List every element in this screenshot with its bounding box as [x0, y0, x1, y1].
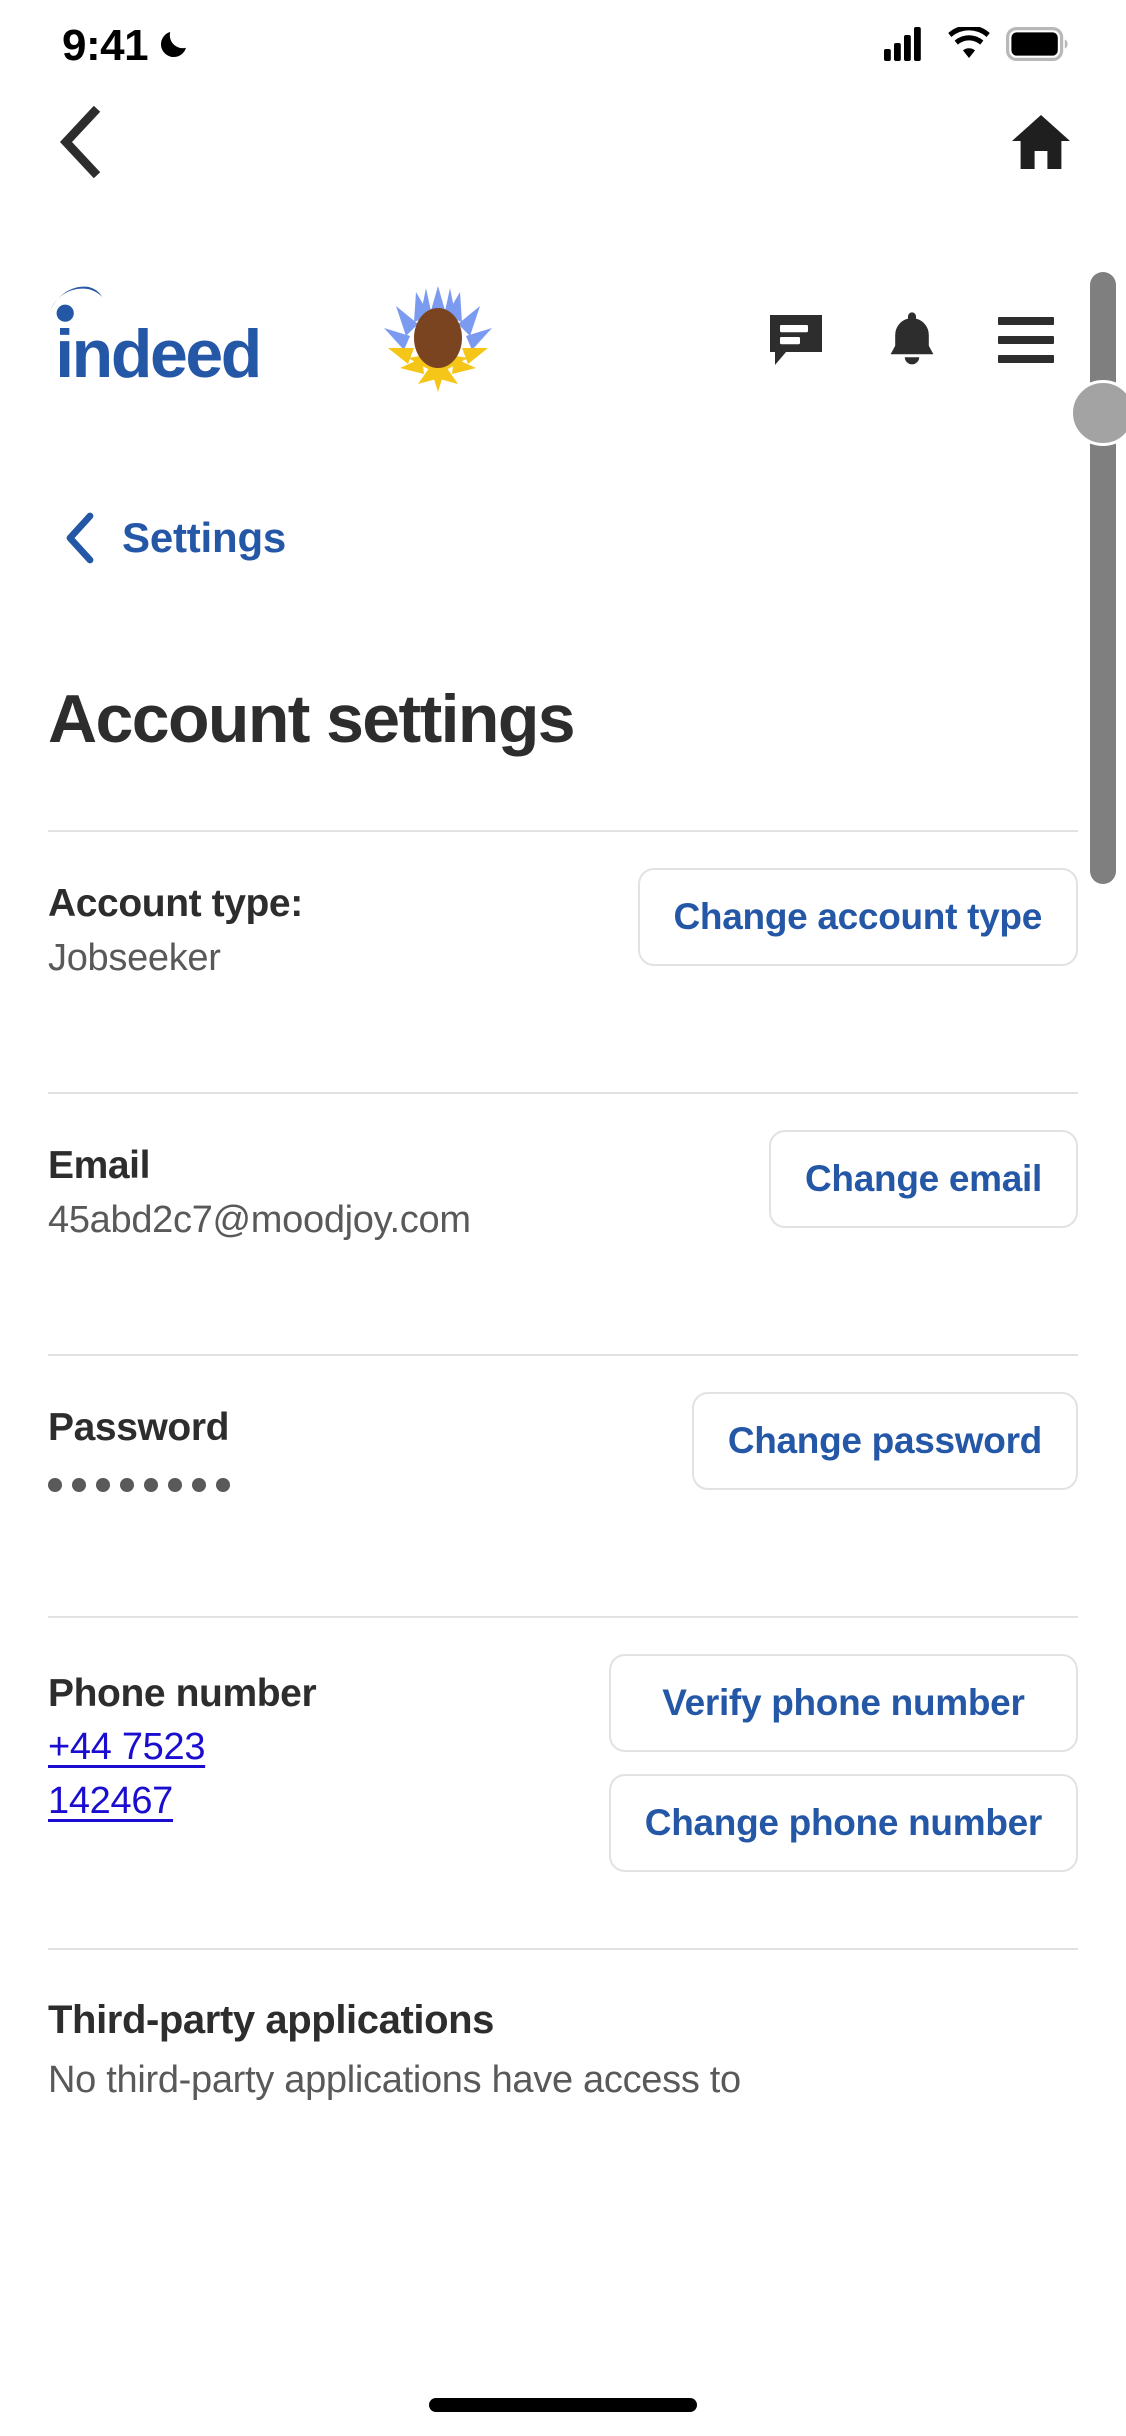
password-label: Password — [48, 1406, 230, 1449]
indeed-site-header: indeed — [0, 276, 1126, 404]
email-info: Email 45abd2c7@moodjoy.com — [48, 1094, 471, 1245]
third-party-title: Third-party applications — [48, 1998, 495, 2042]
password-actions: Change password — [691, 1356, 1078, 1490]
home-indicator[interactable] — [429, 2398, 697, 2412]
brand-block[interactable]: indeed — [34, 282, 500, 399]
status-bar-left: 9:41 — [62, 24, 192, 68]
email-row: Email 45abd2c7@moodjoy.com Change email — [0, 1094, 1126, 1354]
phone-actions: Verify phone number Change phone number — [608, 1618, 1078, 1872]
account-type-actions: Change account type — [637, 832, 1078, 966]
phone-row: Phone number +44 7523 142467 Verify phon… — [0, 1618, 1126, 1948]
password-masked-value — [48, 1477, 230, 1492]
change-phone-number-button[interactable]: Change phone number — [608, 1774, 1078, 1872]
password-info: Password — [48, 1356, 230, 1492]
password-dot — [216, 1477, 230, 1492]
indeed-logo[interactable]: indeed — [34, 284, 334, 397]
third-party-description: No third-party applications have access … — [48, 2059, 741, 2101]
password-dot — [168, 1477, 182, 1492]
wifi-icon — [946, 24, 992, 66]
email-label: Email — [48, 1144, 151, 1187]
message-bubble-icon — [770, 315, 822, 365]
page-scrollbar[interactable] — [1070, 272, 1126, 884]
settings-content: Account type: Jobseeker Change account t… — [0, 830, 1126, 2105]
moon-icon — [156, 26, 192, 67]
email-actions: Change email — [769, 1094, 1078, 1228]
change-account-type-button[interactable]: Change account type — [637, 868, 1078, 966]
account-type-value: Jobseeker — [48, 936, 221, 979]
bell-icon — [890, 312, 934, 365]
hamburger-menu-icon-line — [998, 336, 1054, 344]
phone-info: Phone number +44 7523 142467 — [48, 1618, 317, 1826]
status-time: 9:41 — [62, 21, 149, 70]
password-dot — [192, 1477, 206, 1492]
battery-full-icon — [1006, 26, 1068, 66]
account-type-info: Account type: Jobseeker — [48, 832, 303, 983]
nav-home-button[interactable] — [1006, 107, 1076, 177]
status-bar: 9:41 — [0, 0, 1126, 92]
sunflower-icon — [376, 282, 500, 399]
password-dot — [72, 1477, 86, 1492]
email-value: 45abd2c7@moodjoy.com — [48, 1198, 471, 1241]
password-dot — [144, 1477, 158, 1492]
account-type-row: Account type: Jobseeker Change account t… — [0, 832, 1126, 1092]
cellular-signal-icon — [884, 26, 932, 66]
header-actions — [766, 310, 1092, 370]
menu-button[interactable] — [998, 312, 1054, 368]
svg-text:indeed: indeed — [55, 316, 260, 392]
messages-button[interactable] — [766, 310, 826, 370]
account-type-label: Account type: — [48, 882, 303, 925]
password-dot — [120, 1477, 134, 1492]
password-row: Password Change password — [0, 1356, 1126, 1616]
password-dot — [48, 1477, 62, 1492]
notifications-button[interactable] — [882, 310, 942, 370]
nav-back-button[interactable] — [45, 106, 115, 178]
password-dot — [96, 1477, 110, 1492]
home-icon — [1012, 115, 1070, 169]
change-password-button[interactable]: Change password — [691, 1392, 1078, 1490]
phone-number-link-continued[interactable]: 142467 — [48, 1776, 316, 1826]
third-party-section: Third-party applications No third-party … — [0, 1950, 1126, 2105]
scrollbar-handle[interactable] — [1070, 380, 1126, 446]
verify-phone-number-button[interactable]: Verify phone number — [608, 1654, 1078, 1752]
phone-label: Phone number — [48, 1672, 317, 1715]
breadcrumb-back-icon — [62, 512, 100, 564]
change-email-button[interactable]: Change email — [769, 1130, 1078, 1228]
hamburger-menu-icon-line — [998, 317, 1054, 325]
chevron-left-icon — [66, 512, 94, 564]
hamburger-menu-icon-line — [998, 355, 1054, 363]
phone-screen: 9:41 indeed Settings Account settings Ac… — [0, 0, 1126, 2436]
breadcrumb-label[interactable]: Settings — [122, 514, 286, 562]
page-title: Account settings — [48, 681, 576, 757]
breadcrumb[interactable]: Settings — [0, 512, 1126, 564]
chevron-left-icon — [59, 106, 101, 178]
status-bar-right — [884, 24, 1068, 66]
phone-number-link[interactable]: +44 7523 — [48, 1722, 316, 1772]
browser-nav-bar — [0, 92, 1126, 192]
